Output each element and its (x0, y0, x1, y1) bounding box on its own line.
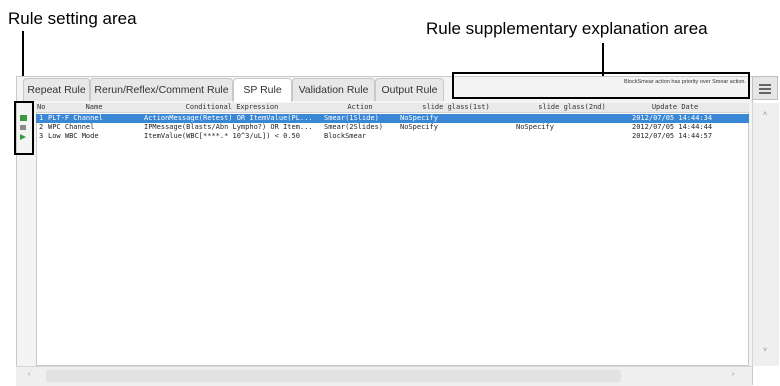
table-row[interactable]: 2 WPC Channel IPMessage(Blasts/Abn Lymph… (36, 123, 749, 132)
col-header-name[interactable]: Name (46, 103, 142, 112)
scroll-down-arrow-icon[interactable]: ˅ (763, 347, 767, 354)
scroll-up-arrow-icon[interactable]: ˄ (763, 111, 767, 118)
scroll-right-arrow-icon[interactable]: › (732, 371, 734, 378)
cell-expression: ItemValue(WBC[****.* 10^3/uL]) < 0.50 (144, 132, 300, 140)
tab-output-rule[interactable]: Output Rule (375, 78, 444, 101)
cell-no: 2 (39, 123, 44, 131)
tab-validation-rule[interactable]: Validation Rule (292, 78, 375, 101)
table-row[interactable]: 1 PLT-F Channel ActionMessage(Retest) OR… (36, 114, 749, 123)
cell-expression: IPMessage(Blasts/Abn Lympho?) OR Item... (144, 123, 313, 131)
horizontal-scroll-thumb[interactable] (46, 370, 621, 382)
menu-button[interactable] (752, 76, 778, 100)
cell-name: PLT-F Channel (48, 114, 103, 122)
cell-update-date: 2012/07/05 14:44:57 (632, 132, 713, 140)
scroll-left-arrow-icon[interactable]: ‹ (28, 371, 30, 378)
cell-no: 1 (39, 114, 44, 122)
tab-repeat-rule[interactable]: Repeat Rule (23, 78, 90, 101)
col-header-slide-glass-2nd[interactable]: slide glass(2nd) (514, 103, 630, 112)
rule-table (36, 103, 749, 366)
rule-setting-area-frame (14, 101, 34, 155)
tab-rerun-reflex-comment-rule[interactable]: Rerun/Reflex/Comment Rule (90, 78, 233, 101)
col-header-expression[interactable]: Conditional Expression (142, 103, 322, 112)
cell-action: Smear(2Slides) (324, 123, 384, 131)
cell-slide-glass-1st: NoSpecify (400, 114, 438, 122)
cell-slide-glass-1st: NoSpecify (400, 123, 438, 131)
rule-supplementary-explanation-area-label: Rule supplementary explanation area (426, 19, 708, 38)
cell-expression: ActionMessage(Retest) OR ItemValue(PL... (144, 114, 313, 122)
tab-sp-rule[interactable]: SP Rule (233, 78, 292, 102)
cell-slide-glass-2nd: NoSpecify (516, 123, 554, 131)
cell-name: Low WBC Mode (48, 132, 99, 140)
table-row[interactable]: 3 Low WBC Mode ItemValue(WBC[****.* 10^3… (36, 132, 749, 141)
cell-action: Smear(1Slide) (324, 114, 379, 122)
supplementary-area-frame (452, 72, 750, 99)
horizontal-scrollbar[interactable]: ‹ › (16, 366, 752, 386)
col-header-action[interactable]: Action (322, 103, 398, 112)
col-header-slide-glass-1st[interactable]: slide glass(1st) (398, 103, 514, 112)
cell-name: WPC Channel (48, 123, 95, 131)
cell-update-date: 2012/07/05 14:44:34 (632, 114, 713, 122)
cell-no: 3 (39, 132, 44, 140)
rule-setting-area-label: Rule setting area (8, 9, 137, 28)
cell-update-date: 2012/07/05 14:44:44 (632, 123, 713, 131)
cell-action: BlockSmear (324, 132, 367, 140)
table-header: No. Name Conditional Expression Action s… (36, 103, 749, 113)
vertical-scrollbar[interactable]: ˄ ˅ (752, 103, 779, 366)
col-header-update-date[interactable]: Update Date (630, 103, 720, 112)
